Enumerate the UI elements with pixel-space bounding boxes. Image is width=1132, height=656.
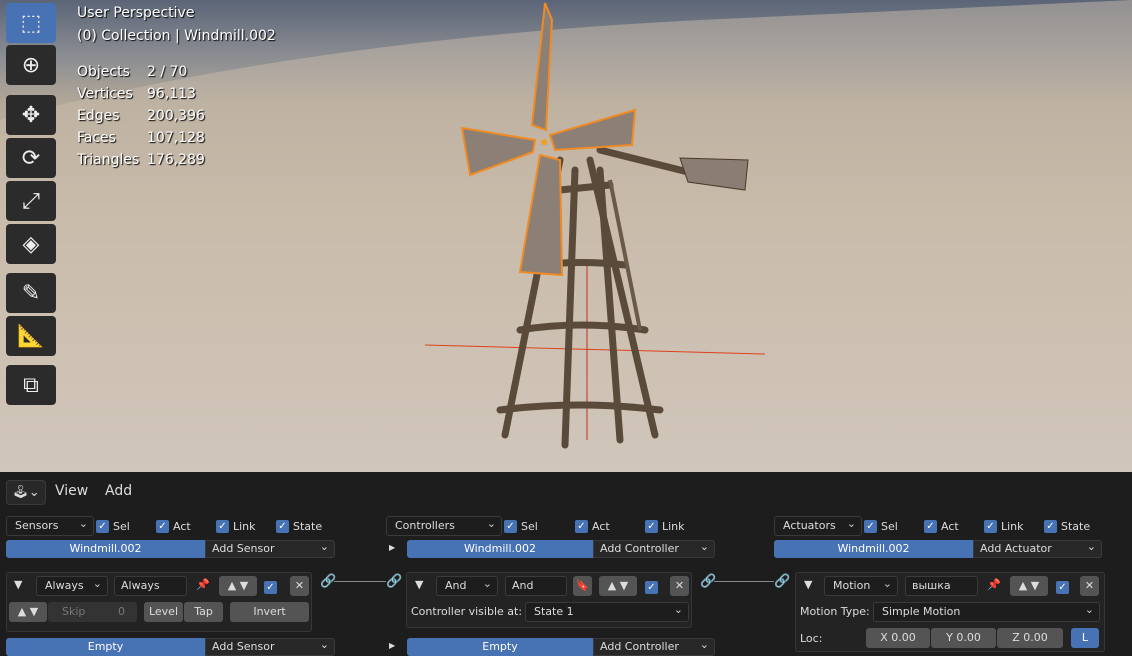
add-controller2-dropdown[interactable]: Add Controller bbox=[593, 637, 715, 656]
controllers-object2-button[interactable]: Empty bbox=[407, 638, 593, 656]
skip-arrows[interactable]: ▲ ▼ bbox=[9, 602, 47, 622]
move-icon[interactable]: ✥ bbox=[6, 95, 56, 135]
bookmark-icon[interactable]: 🔖 bbox=[573, 576, 592, 596]
move-up-down-buttons[interactable]: ▲ ▼ bbox=[599, 576, 637, 596]
actuators-sel-checkbox[interactable]: ✓ Sel bbox=[864, 518, 898, 534]
scene-stats: Objects 2 / 70 Vertices 96,113 Edges 200,39… bbox=[77, 64, 205, 174]
stat-label: Faces bbox=[77, 130, 116, 146]
menu-view[interactable]: View bbox=[55, 483, 88, 499]
remove-actuator-button[interactable]: ✕ bbox=[1080, 576, 1099, 596]
controller-type-dropdown[interactable]: And bbox=[436, 576, 498, 596]
loc-z-field[interactable]: Z 0.00 bbox=[997, 628, 1063, 648]
level-button[interactable]: Level bbox=[144, 602, 183, 622]
controller-active-checkbox[interactable]: ✓ bbox=[645, 579, 658, 595]
link-icon[interactable]: 🔗 bbox=[774, 574, 790, 589]
move-up-down-buttons[interactable]: ▲ ▼ bbox=[219, 576, 257, 596]
actuators-dropdown[interactable]: Actuators bbox=[774, 516, 862, 536]
rotate-icon[interactable]: ⟳ bbox=[6, 138, 56, 178]
stat-label: Edges bbox=[77, 108, 120, 124]
add-sensor2-dropdown[interactable]: Add Sensor bbox=[205, 637, 335, 656]
menu-add[interactable]: Add bbox=[105, 483, 132, 499]
editor-type-icon[interactable]: 🕹⌄ bbox=[6, 480, 46, 505]
pin-icon[interactable]: 📌 bbox=[196, 578, 210, 591]
sensor-name-input[interactable]: Always bbox=[114, 576, 187, 596]
sensor-active-checkbox[interactable]: ✓ bbox=[264, 579, 277, 595]
controllers-act-checkbox[interactable]: ✓ Act bbox=[575, 518, 610, 534]
move-up-down-buttons[interactable]: ▲ ▼ bbox=[1010, 576, 1048, 596]
stat-value: 2 / 70 bbox=[147, 64, 188, 80]
pin-icon[interactable]: 📌 bbox=[987, 578, 1001, 591]
sensors-dropdown[interactable]: Sensors bbox=[6, 516, 94, 536]
actuator-name-input[interactable]: вышка bbox=[905, 576, 978, 596]
invert-button[interactable]: Invert bbox=[230, 602, 309, 622]
controllers-object-button[interactable]: Windmill.002 bbox=[407, 540, 593, 558]
remove-sensor-button[interactable]: ✕ bbox=[290, 576, 309, 596]
collapse-triangle-icon[interactable]: ▼ bbox=[804, 578, 812, 591]
stat-label: Objects bbox=[77, 64, 130, 80]
loc-y-field[interactable]: Y 0.00 bbox=[931, 628, 996, 648]
controller-name-input[interactable]: And bbox=[505, 576, 567, 596]
add-cube-icon[interactable]: ⧉ bbox=[6, 365, 56, 405]
skip-field[interactable]: Skip 0 bbox=[48, 602, 137, 622]
stat-value: 96,113 bbox=[147, 86, 196, 102]
loc-x-field[interactable]: X 0.00 bbox=[866, 628, 930, 648]
logic-link-line bbox=[334, 581, 386, 582]
controllers-link-checkbox[interactable]: ✓ Link bbox=[645, 518, 685, 534]
stat-value: 107,128 bbox=[147, 130, 205, 146]
remove-controller-button[interactable]: ✕ bbox=[670, 576, 689, 596]
stat-value: 200,396 bbox=[147, 108, 205, 124]
sensors-state-checkbox[interactable]: ✓ State bbox=[276, 518, 322, 534]
link-icon[interactable]: 🔗 bbox=[386, 574, 402, 589]
view-title: User Perspective bbox=[77, 5, 195, 21]
controllers-dropdown[interactable]: Controllers bbox=[386, 516, 502, 536]
sensors-sel-checkbox[interactable]: ✓ Sel bbox=[96, 518, 130, 534]
sensors-act-checkbox[interactable]: ✓ Act bbox=[156, 518, 191, 534]
add-actuator-dropdown[interactable]: Add Actuator bbox=[973, 539, 1102, 558]
collapse-triangle-icon[interactable]: ▼ bbox=[415, 578, 423, 591]
3d-viewport[interactable]: User Perspective (0) Collection | Windmi… bbox=[0, 0, 1132, 472]
measure-icon[interactable]: 📐 bbox=[6, 316, 56, 356]
add-controller-dropdown[interactable]: Add Controller bbox=[593, 539, 715, 558]
expand-triangle-icon[interactable]: ▶ bbox=[389, 543, 395, 552]
motion-type-label: Motion Type: bbox=[800, 605, 870, 618]
tap-button[interactable]: Tap bbox=[184, 602, 223, 622]
sensors-link-checkbox[interactable]: ✓ Link bbox=[216, 518, 256, 534]
sensors-object2-button[interactable]: Empty bbox=[6, 638, 205, 656]
collapse-triangle-icon[interactable]: ▼ bbox=[14, 578, 22, 591]
actuators-link-checkbox[interactable]: ✓ Link bbox=[984, 518, 1024, 534]
controllers-sel-checkbox[interactable]: ✓ Sel bbox=[504, 518, 538, 534]
local-toggle[interactable]: L bbox=[1071, 628, 1099, 648]
actuator-type-dropdown[interactable]: Motion bbox=[824, 576, 898, 596]
controller-visible-label: Controller visible at: bbox=[411, 605, 523, 618]
stat-label: Vertices bbox=[77, 86, 133, 102]
loc-label: Loc: bbox=[800, 632, 823, 645]
actuator-active-checkbox[interactable]: ✓ bbox=[1056, 579, 1069, 595]
annotate-icon[interactable]: ✎ bbox=[6, 273, 56, 313]
select-box-icon[interactable]: ⬚ bbox=[6, 3, 56, 43]
scale-icon[interactable]: ⤢ bbox=[6, 181, 56, 221]
actuators-object-button[interactable]: Windmill.002 bbox=[774, 540, 973, 558]
logic-link-line bbox=[714, 581, 774, 582]
stat-label: Triangles bbox=[77, 152, 140, 168]
stat-value: 176,289 bbox=[147, 152, 205, 168]
cursor-icon[interactable]: ⊕ bbox=[6, 45, 56, 85]
sensors-object-button[interactable]: Windmill.002 bbox=[6, 540, 205, 558]
expand-triangle-icon[interactable]: ▶ bbox=[389, 641, 395, 650]
controller-state-dropdown[interactable]: State 1 bbox=[525, 602, 689, 622]
sensor-type-dropdown[interactable]: Always bbox=[36, 576, 108, 596]
transform-icon[interactable]: ◈ bbox=[6, 224, 56, 264]
add-sensor-dropdown[interactable]: Add Sensor bbox=[205, 539, 335, 558]
actuators-state-checkbox[interactable]: ✓ State bbox=[1044, 518, 1090, 534]
actuators-act-checkbox[interactable]: ✓ Act bbox=[924, 518, 959, 534]
collection-label: (0) Collection | Windmill.002 bbox=[77, 28, 276, 44]
motion-type-dropdown[interactable]: Simple Motion bbox=[873, 602, 1100, 622]
